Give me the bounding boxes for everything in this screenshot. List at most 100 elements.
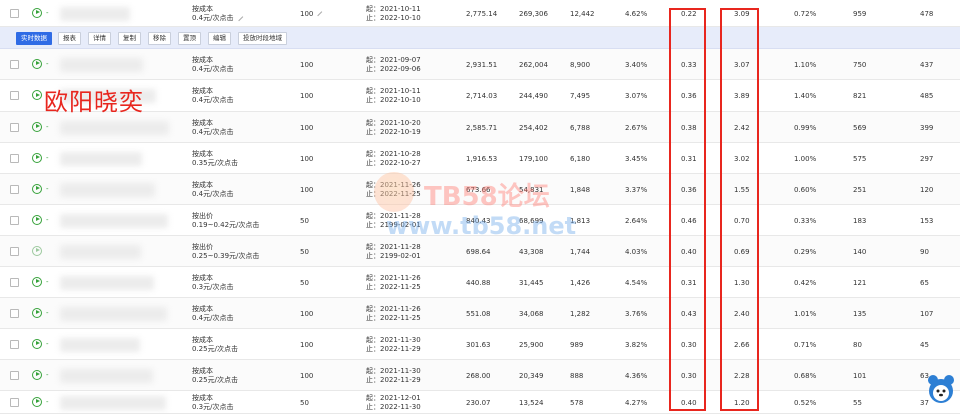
pin-top-button[interactable]: 置顶	[178, 32, 201, 45]
bid-type: 按成本	[192, 304, 213, 313]
table-row: - 按成本 0.4元/次点击 起：2021-10-20 止：2022-10-19 100 2…	[0, 112, 960, 143]
play-circle-icon[interactable]	[32, 58, 42, 69]
table-row: - 按成本 0.4元/次点击 起：2021-09-07 止：2022-09-06 100 2…	[0, 49, 960, 80]
budget-cell: 100	[300, 60, 314, 69]
play-circle-icon[interactable]	[32, 307, 42, 318]
row-checkbox[interactable]	[10, 308, 19, 318]
bid-price: 0.4元/次点击	[192, 12, 243, 23]
realtime-data-button[interactable]: 实时数据	[16, 32, 52, 45]
cost-cell: 2,585.71	[466, 123, 498, 132]
cost-cell: 551.08	[466, 309, 491, 318]
budget-cell: 100	[300, 340, 314, 349]
blurred-plan-name	[60, 120, 169, 135]
mascot-icon[interactable]	[924, 372, 958, 406]
play-circle-icon[interactable]	[32, 396, 42, 407]
bid-type: 按成本	[192, 4, 213, 13]
blurred-plan-name	[60, 6, 130, 21]
impressions-cell: 25,900	[519, 340, 544, 349]
favorites-cell: 959	[853, 9, 867, 18]
cart-cell: 399	[920, 123, 934, 132]
impressions-cell: 13,524	[519, 398, 544, 407]
budget-cell: 50	[300, 278, 309, 287]
cart-cell: 437	[920, 60, 934, 69]
row-checkbox[interactable]	[10, 91, 19, 100]
cart-cell: 478	[920, 9, 934, 18]
blurred-plan-name	[60, 306, 167, 321]
row-checkbox[interactable]	[10, 277, 19, 287]
report-button[interactable]: 报表	[58, 32, 81, 45]
budget-cell: 100	[300, 309, 314, 318]
conversion-cell: 0.72%	[794, 9, 817, 18]
cost-cell: 301.63	[466, 340, 491, 349]
time-region-button[interactable]: 投放时段地域	[238, 32, 287, 45]
end-date: 止：2022-11-25	[366, 282, 421, 291]
favorites-cell: 183	[853, 216, 867, 225]
row-checkbox[interactable]	[10, 8, 19, 18]
details-button[interactable]: 详情	[88, 32, 111, 45]
play-circle-icon[interactable]	[32, 7, 42, 18]
play-circle-icon[interactable]	[32, 338, 42, 349]
table-row: - 按成本 0.3元/次点击 起：2021-12-01 止：2022-11-30 50 23…	[0, 391, 960, 414]
play-circle-icon[interactable]	[32, 183, 42, 194]
row-checkbox[interactable]	[10, 59, 19, 69]
row-checkbox[interactable]	[10, 215, 19, 225]
copy-button[interactable]: 复制	[118, 32, 141, 45]
pencil-icon[interactable]	[313, 7, 323, 16]
favorites-cell: 821	[853, 92, 867, 100]
row-checkbox[interactable]	[10, 122, 19, 132]
conversion-cell: 0.52%	[794, 398, 817, 407]
blurred-plan-name	[60, 151, 142, 166]
impressions-cell: 43,308	[519, 247, 544, 256]
play-circle-icon[interactable]	[32, 90, 42, 100]
forum-url-watermark: www.tb58.net	[386, 212, 577, 240]
budget-cell: 100	[300, 9, 314, 18]
pencil-icon[interactable]	[234, 12, 243, 21]
play-circle-icon[interactable]	[32, 369, 42, 380]
remove-button[interactable]: 移除	[148, 32, 171, 45]
cart-cell: 107	[920, 309, 934, 318]
start-date: 起：2021-10-11	[366, 4, 421, 13]
table-row: - 按成本 0.3元/次点击 起：2021-11-26 止：2022-11-25 50 44…	[0, 267, 960, 298]
row-checkbox[interactable]	[10, 370, 19, 380]
favorites-cell: 135	[853, 309, 867, 318]
row-checkbox[interactable]	[10, 397, 19, 407]
row-checkbox[interactable]	[10, 339, 19, 349]
impressions-cell: 179,100	[519, 154, 548, 163]
start-date: 起：2021-11-26	[366, 304, 421, 313]
bid-type: 按成本	[192, 366, 213, 375]
edit-button[interactable]: 编辑	[208, 32, 231, 45]
blurred-plan-name	[60, 395, 166, 410]
end-date: 止：2022-10-10	[366, 96, 421, 104]
cost-cell: 2,775.14	[466, 9, 498, 18]
ctr-cell: 4.62%	[625, 9, 648, 18]
cost-cell: 268.00	[466, 371, 491, 380]
conversion-cell: 0.33%	[794, 216, 817, 225]
clicks-cell: 8,900	[570, 60, 591, 69]
play-circle-icon[interactable]	[32, 245, 42, 256]
conversion-cell: 1.10%	[794, 60, 817, 69]
bid-type: 按出价	[192, 211, 213, 220]
row-checkbox[interactable]	[10, 246, 19, 256]
play-circle-icon[interactable]	[32, 214, 42, 225]
cost-cell: 2,714.03	[466, 92, 498, 100]
start-date: 起：2021-09-07	[366, 55, 421, 64]
ctr-cell: 3.45%	[625, 154, 648, 163]
roi-highlight-box	[720, 8, 759, 411]
status-dash: -	[46, 122, 49, 131]
end-date: 止：2022-10-19	[366, 127, 421, 136]
clicks-cell: 12,442	[570, 9, 595, 18]
row-checkbox[interactable]	[10, 153, 19, 163]
end-date: 止：2022-11-29	[366, 344, 421, 353]
blurred-plan-name	[60, 213, 168, 228]
bid-type: 按成本	[192, 180, 213, 189]
play-circle-icon[interactable]	[32, 152, 42, 163]
cart-cell: 45	[920, 340, 929, 349]
favorites-cell: 80	[853, 340, 862, 349]
row-checkbox[interactable]	[10, 184, 19, 194]
play-circle-icon[interactable]	[32, 121, 42, 132]
status-dash: -	[46, 397, 49, 406]
table-row: - 按成本 0.25元/次点击 起：2021-11-30 止：2022-11-29 100…	[0, 329, 960, 360]
play-circle-icon[interactable]	[32, 276, 42, 287]
budget-cell: 100	[300, 92, 314, 100]
cost-cell: 2,931.51	[466, 60, 498, 69]
